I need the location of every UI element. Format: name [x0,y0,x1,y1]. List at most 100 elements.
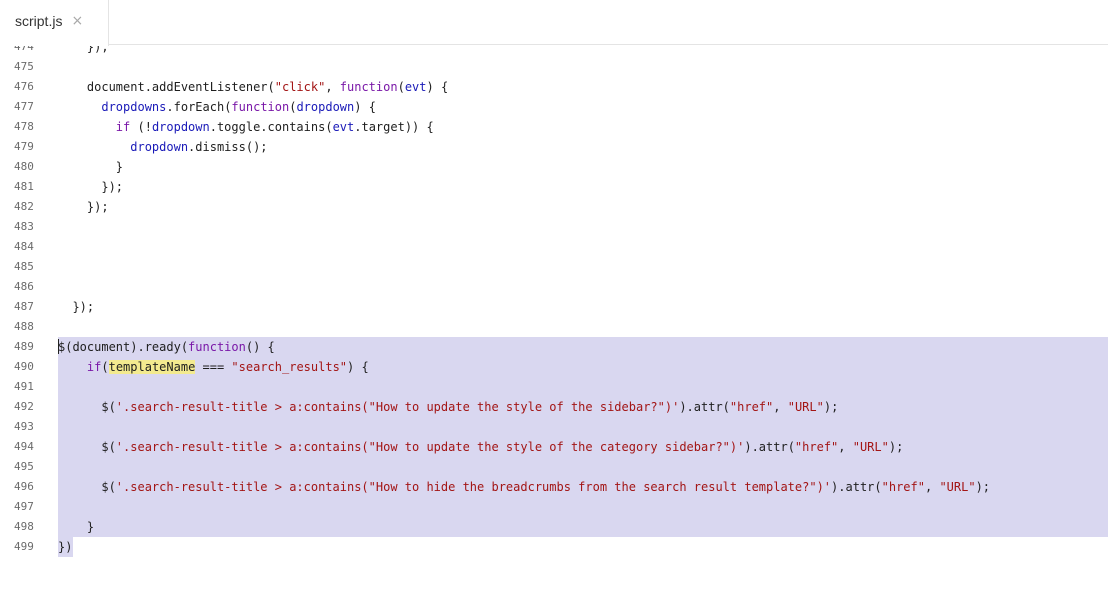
line-number: 478 [14,120,34,133]
code-line[interactable]: 498 } [0,517,1108,537]
code-line[interactable]: 485 [0,257,1108,277]
code-text: }); [58,177,123,197]
selection-highlight [58,417,1108,437]
code-token: ); [888,440,904,454]
code-editor[interactable]: 474 }); 475 476 document.addEventListener(… [0,37,1108,601]
code-line[interactable]: 486 [0,277,1108,297]
code-token: }); [58,300,95,314]
code-token: ); [823,400,839,414]
line-number: 482 [14,200,34,213]
code-line[interactable]: 495 [0,457,1108,477]
code-text: if (!dropdown.toggle.contains(evt.target… [58,117,434,137]
code-token: "click" [274,80,326,94]
code-token: dropdown [130,140,189,154]
code-token: ) { [426,80,449,94]
code-token: .target)) { [354,120,434,134]
code-token: '.search-result-title > a:contains("How … [115,480,832,494]
code-token: evt [404,80,427,94]
code-token: evt [332,120,355,134]
code-token: .dismiss(); [188,140,268,154]
line-number: 476 [14,80,34,93]
code-token: "URL" [939,480,976,494]
line-number: 494 [14,440,34,453]
code-token: }); [58,200,109,214]
code-token: ( [101,360,109,374]
selection-highlight [58,497,1108,517]
tab-script-js[interactable]: script.js × [0,0,109,46]
code-line[interactable]: 479 dropdown.dismiss(); [0,137,1108,157]
selection-highlight [58,517,1108,537]
code-token: "URL" [787,400,824,414]
line-number: 497 [14,500,34,513]
code-line[interactable]: 497 [0,497,1108,517]
code-line[interactable]: 488 [0,317,1108,337]
code-line[interactable]: 477 dropdowns.forEach(function(dropdown)… [0,97,1108,117]
selection-highlight [58,457,1108,477]
line-number: 483 [14,220,34,233]
code-text: } [58,157,123,177]
line-number: 480 [14,160,34,173]
code-line[interactable]: 482 }); [0,197,1108,217]
tab-bar: script.js × [0,0,1108,46]
code-token: , [325,80,340,94]
code-token: function [188,340,246,354]
code-token: "href" [881,480,925,494]
line-number: 485 [14,260,34,273]
code-token: "href" [794,440,839,454]
code-token: function [339,80,398,94]
code-token: function [231,100,290,114]
line-number: 484 [14,240,34,253]
code-token: } [58,520,95,534]
code-line[interactable]: 489 $(document).ready(function() { [0,337,1108,357]
code-line[interactable]: 491 [0,377,1108,397]
code-token: ) { [347,360,369,374]
code-token: dropdown [151,120,210,134]
code-token: }); [58,180,124,194]
code-token: } [58,160,124,174]
code-token: (! [130,120,152,134]
code-line[interactable]: 475 [0,57,1108,77]
code-token: $(document).ready( [58,340,189,354]
close-icon[interactable]: × [71,13,83,29]
code-text: dropdowns.forEach(function(dropdown) { [58,97,376,117]
line-number: 487 [14,300,34,313]
code-text: } [58,517,94,537]
code-token: ).attr( [679,400,730,414]
code-line[interactable]: 490 if(templateName === "search_results"… [0,357,1108,377]
code-token: === [195,360,232,374]
code-line[interactable]: 476 document.addEventListener("click", f… [0,77,1108,97]
code-line[interactable]: 493 [0,417,1108,437]
line-number: 475 [14,60,34,73]
code-token: , [773,400,788,414]
selection-highlight [58,377,1108,397]
code-token: ); [975,480,991,494]
code-token: ).attr( [744,440,795,454]
line-number: 477 [14,100,34,113]
code-line[interactable]: 480 } [0,157,1108,177]
code-line[interactable]: 481 }); [0,177,1108,197]
code-text: $('.search-result-title > a:contains("Ho… [58,437,903,457]
line-number: 493 [14,420,34,433]
code-line[interactable]: 484 [0,237,1108,257]
line-number: 495 [14,460,34,473]
code-line[interactable]: 499}) [0,537,1108,557]
code-token: $( [58,400,116,414]
code-line[interactable]: 483 [0,217,1108,237]
code-token: .toggle.contains( [209,120,333,134]
code-token: .forEach( [166,100,232,114]
code-token: "href" [729,400,774,414]
code-text: document.addEventListener("click", funct… [58,77,448,97]
code-line[interactable]: 492 $('.search-result-title > a:contains… [0,397,1108,417]
code-line[interactable]: 478 if (!dropdown.toggle.contains(evt.ta… [0,117,1108,137]
code-line[interactable]: 494 $('.search-result-title > a:contains… [0,437,1108,457]
line-number: 488 [14,320,34,333]
code-token: $( [58,480,116,494]
code-line[interactable]: 496 $('.search-result-title > a:contains… [0,477,1108,497]
line-number: 479 [14,140,34,153]
line-number: 492 [14,400,34,413]
code-text: }); [58,297,94,317]
code-text: $('.search-result-title > a:contains("Ho… [58,477,990,497]
code-line[interactable]: 487 }); [0,297,1108,317]
